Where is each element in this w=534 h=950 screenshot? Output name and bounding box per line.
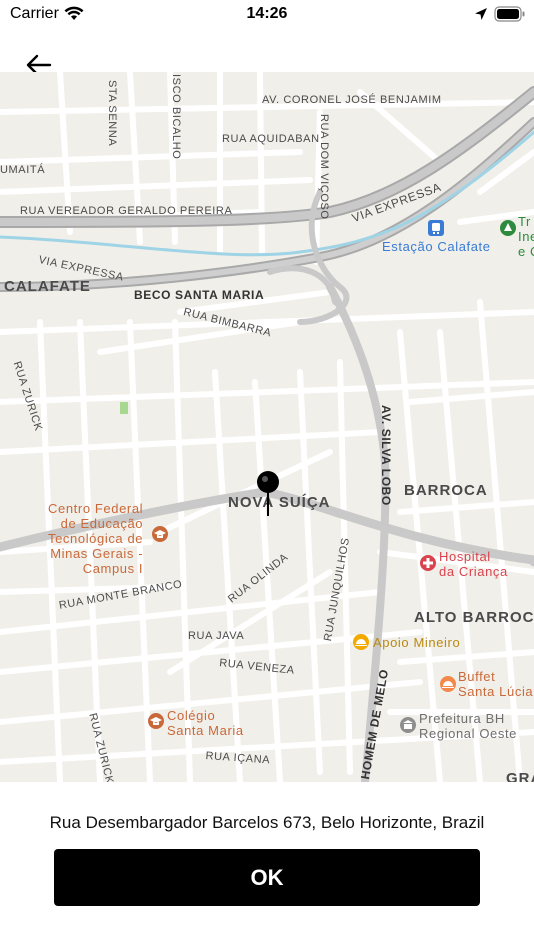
poi-tr-label[interactable]: Tr Ine e C	[518, 214, 534, 259]
street-label: RUA AQUIDABAN	[222, 133, 320, 145]
street-label: STA SENNA	[106, 80, 118, 147]
poi-prefeitura-label[interactable]: Prefeitura BH Regional Oeste	[419, 711, 517, 741]
ok-button[interactable]: OK	[54, 849, 480, 906]
street-label: RUA DOM VIÇOSO	[318, 114, 330, 220]
street-label: ISCO BICALHO	[170, 74, 182, 160]
status-bar: Carrier 14:26	[0, 0, 534, 30]
selected-address: Rua Desembargador Barcelos 673, Belo Hor…	[49, 813, 485, 832]
school-icon[interactable]	[152, 526, 168, 542]
poi-hospital-label[interactable]: Hospital da Criança	[439, 549, 508, 579]
street-label: RUA VEREADOR GERALDO PEREIRA	[20, 205, 233, 217]
hospital-icon[interactable]	[420, 555, 436, 571]
clock: 14:26	[246, 5, 288, 22]
street-label: AV. CORONEL JOSÉ BENJAMIM	[262, 94, 442, 106]
location-pin-icon[interactable]	[256, 470, 280, 518]
food-icon[interactable]	[440, 676, 456, 692]
district-label: CALAFATE	[4, 278, 91, 295]
poi-cefet-label[interactable]: Centro Federal de Educação Tecnológica d…	[48, 501, 143, 576]
street-label: UMAITÁ	[0, 164, 46, 176]
food-icon[interactable]	[353, 634, 369, 650]
poi-buffet-label[interactable]: Buffet Santa Lúcia	[458, 669, 533, 699]
navigation-bar	[0, 30, 534, 76]
district-label: GRA	[506, 770, 534, 782]
battery-icon	[494, 6, 526, 27]
poi-colegio-label[interactable]: Colégio Santa Maria	[167, 708, 244, 738]
poi-estacao-label[interactable]: Estação Calafate	[382, 239, 491, 254]
street-label: RUA JAVA	[188, 630, 245, 642]
street-label: AV. SILVA LOBO	[379, 405, 393, 506]
government-icon[interactable]	[400, 717, 416, 733]
poi-apoio-label[interactable]: Apoio Mineiro	[373, 635, 460, 650]
district-label: ALTO BARROCA	[414, 609, 534, 626]
school-icon[interactable]	[148, 713, 164, 729]
street-label: BECO SANTA MARIA	[134, 288, 265, 302]
train-station-icon[interactable]	[428, 220, 444, 236]
park-icon[interactable]	[500, 220, 516, 236]
district-label: BARROCA	[404, 482, 488, 499]
location-arrow-icon	[474, 7, 488, 26]
map-view[interactable]: STA SENNA ISCO BICALHO AV. CORONEL JOSÉ …	[0, 72, 534, 782]
